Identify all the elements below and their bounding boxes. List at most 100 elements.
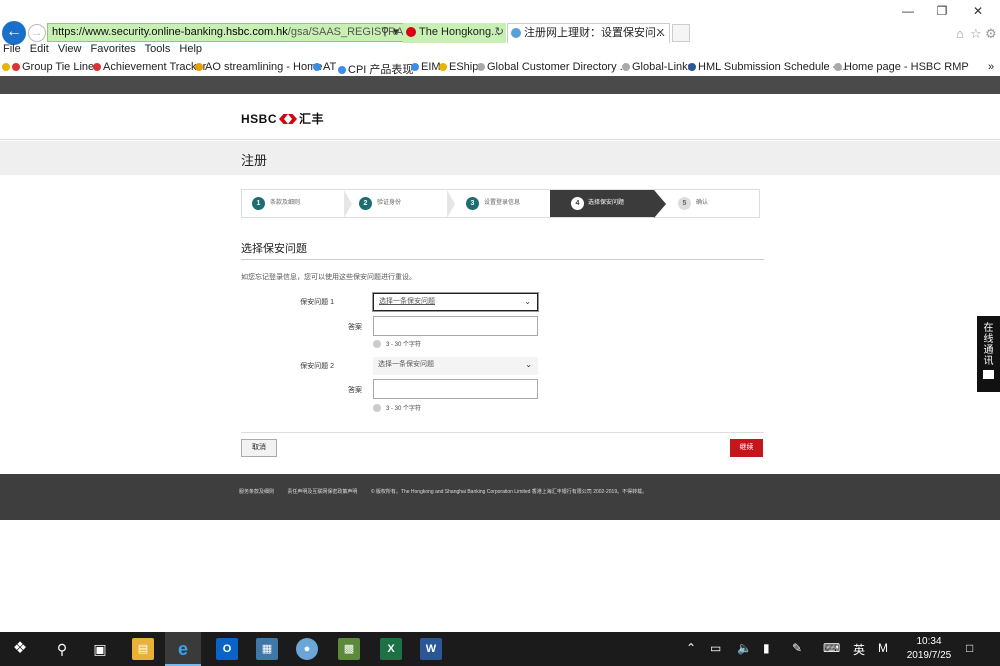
file-explorer-icon[interactable]: ▤ [132, 638, 154, 660]
windows-taskbar: ❖ ⚲ ▣ ▤ e O ▦ ● ▩ X W ⌃ ▭ 🔈 ▮ ✎ ⌨ 英 M 10… [0, 632, 1000, 666]
step-divider [447, 190, 455, 218]
step-confirm: 5 确认 [666, 190, 759, 217]
internet-explorer-icon[interactable]: e [172, 638, 194, 660]
section-divider [241, 259, 764, 260]
site-footer: 服务条款及细则 责任声明及互联网保密政策声明 © 版权所有。The Hongko… [0, 474, 1000, 520]
question2-select[interactable]: 选择一条保安问题 ⌄ [373, 357, 538, 375]
answer2-hint: 3 - 30 个字符 [373, 404, 421, 414]
progress-stepper: 1 条款及细则 2 验证身份 3 设置登录信息 4 选择保安问题 5 确认 [241, 189, 760, 218]
window-titlebar: — ❐ ✕ [0, 0, 1000, 22]
close-tab-icon[interactable]: ✕ [656, 24, 665, 43]
ime-mode-icon[interactable]: M [878, 641, 888, 655]
forward-arrow-icon[interactable]: → [28, 24, 46, 42]
step-verify: 2 验证身份 [345, 190, 448, 217]
answer2-label: 答案 [348, 387, 362, 394]
hsbc-hexagon-icon [279, 114, 298, 124]
favorite-link[interactable]: AT [313, 61, 336, 73]
site-header: HSBC 汇丰 [0, 94, 1000, 140]
system-clock[interactable]: 10:34 2019/7/25 [904, 635, 954, 663]
minimize-icon[interactable]: — [898, 3, 918, 19]
step-login-info: 3 设置登录信息 [448, 190, 551, 217]
star-icon[interactable]: ☆ [970, 26, 982, 42]
task-view-icon[interactable]: ▣ [90, 639, 110, 659]
ie-favicon-icon [511, 28, 521, 38]
chevron-up-icon[interactable]: ⌃ [686, 641, 696, 655]
gear-icon[interactable]: ⚙ [985, 26, 997, 42]
favorite-link[interactable]: Group Tie Lines [12, 61, 100, 73]
favorites-star-icon [2, 61, 12, 73]
answer1-hint: 3 - 30 个字符 [373, 340, 421, 350]
page-title: 注册 [241, 153, 268, 168]
menu-file[interactable]: File [3, 43, 21, 55]
favorite-link[interactable]: Global-Links [622, 61, 693, 73]
chat-label-char: 线 [983, 334, 994, 345]
footer-copyright: © 版权所有。The Hongkong and Shanghai Banking… [370, 489, 648, 495]
tab-registration[interactable]: 注册网上理财：设置保安问... ✕ [507, 23, 670, 43]
page-title-band: 注册 [0, 141, 1000, 175]
hsbc-favicon-icon [406, 27, 416, 37]
menu-view[interactable]: View [58, 43, 82, 55]
question1-select[interactable]: 选择一条保安问题 ⌄ [373, 293, 538, 311]
address-url: https://www.security.online-banking.hsbc… [52, 26, 413, 38]
online-chat-widget[interactable]: 在 线 通 讯 [977, 316, 1000, 392]
favorites-bar: Group Tie Lines Achievement Tracker AO s… [0, 59, 1000, 76]
intro-text: 如您忘记登录信息，您可以使用这些保安问题进行重设。 [241, 274, 416, 281]
photos-icon[interactable]: ▦ [256, 638, 278, 660]
step-chevron [654, 190, 666, 218]
favorite-link[interactable]: Global Customer Directory ... [477, 61, 629, 73]
answer1-input[interactable] [373, 316, 538, 336]
search-icon[interactable]: ⚲ [381, 24, 389, 41]
hsbc-logo[interactable]: HSBC 汇丰 [241, 110, 324, 127]
search-icon[interactable]: ⚲ [52, 639, 72, 659]
ime-indicator[interactable]: 英 [853, 641, 865, 658]
restore-icon[interactable]: ❐ [932, 3, 952, 19]
favorite-link[interactable]: HML Submission Schedule - ... [688, 61, 849, 73]
question1-label: 保安问题 1 [300, 299, 334, 306]
form-divider [241, 432, 764, 433]
word-icon[interactable]: W [420, 638, 442, 660]
favorite-link[interactable]: EShip [439, 61, 478, 73]
keyboard-icon[interactable]: ⌨ [823, 641, 840, 655]
continue-button[interactable]: 继续 [730, 439, 763, 457]
menu-edit[interactable]: Edit [30, 43, 49, 55]
menu-tools[interactable]: Tools [145, 43, 171, 55]
answer2-input[interactable] [373, 379, 538, 399]
tab-hongkong[interactable]: The Hongkong... ↻ [403, 23, 506, 43]
chat-bubble-icon [983, 370, 994, 379]
favorite-link[interactable]: CPI 产品表现 [338, 61, 413, 76]
step-divider [344, 190, 352, 218]
favorite-link[interactable]: Achievement Tracker [93, 61, 206, 73]
app-icon[interactable]: ▩ [338, 638, 360, 660]
chat-label-char: 通 [983, 345, 994, 356]
chat-label-char: 在 [983, 323, 994, 334]
outlook-icon[interactable]: O [216, 638, 238, 660]
battery-icon[interactable]: ▮ [763, 641, 770, 655]
volume-muted-icon[interactable]: 🔈 [737, 641, 752, 655]
notification-icon[interactable]: □ [966, 641, 973, 655]
favorite-link[interactable]: EIM [411, 61, 441, 73]
chat-app-icon[interactable]: ● [296, 638, 318, 660]
footer-privacy-link[interactable]: 责任声明及互联网保密政策声明 [287, 489, 357, 495]
chevron-down-icon: ⌄ [524, 297, 531, 306]
browser-nav-row: ← → https://www.security.online-banking.… [0, 20, 1000, 45]
footer-terms-link[interactable]: 服务条款及细则 [239, 489, 274, 495]
close-icon[interactable]: ✕ [968, 3, 988, 19]
new-tab-button[interactable] [672, 24, 690, 42]
excel-icon[interactable]: X [380, 638, 402, 660]
pen-icon[interactable]: ✎ [792, 641, 802, 655]
windows-start-icon[interactable]: ❖ [10, 639, 30, 659]
refresh-icon[interactable]: ↻ [495, 23, 504, 42]
tab-label: The Hongkong... [419, 26, 501, 38]
menu-help[interactable]: Help [179, 43, 202, 55]
back-arrow-icon[interactable]: ← [2, 21, 26, 45]
home-icon[interactable]: ⌂ [956, 26, 964, 41]
favorite-link[interactable]: AO streamlining - Home [195, 61, 322, 73]
step-security-questions: 4 选择保安问题 [550, 190, 654, 217]
favorite-link[interactable]: Home page - HSBC RMP [834, 61, 969, 73]
clock-date: 2019/7/25 [906, 650, 952, 661]
info-dot-icon [373, 340, 381, 348]
chevron-right-icon[interactable]: » [988, 61, 994, 73]
display-icon[interactable]: ▭ [710, 641, 721, 655]
menu-favorites[interactable]: Favorites [91, 43, 136, 55]
cancel-button[interactable]: 取消 [241, 439, 277, 457]
